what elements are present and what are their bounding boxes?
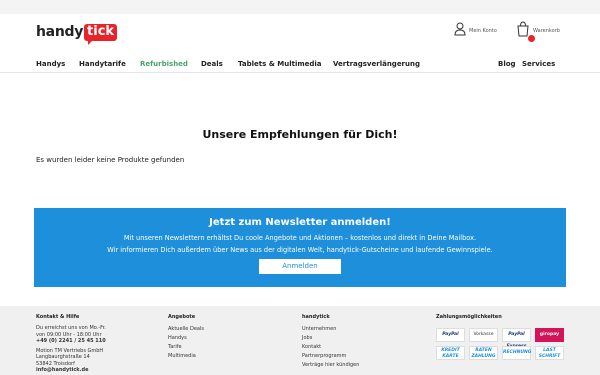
site-header: handy tick Mein Konto Warenkorb: [0, 14, 600, 56]
lastschrift-badge: LAST SCHRIFT: [535, 346, 564, 360]
nav-refurbished[interactable]: Refurbished: [140, 60, 188, 68]
nav-services[interactable]: Services: [522, 60, 555, 68]
newsletter-signup-button[interactable]: Anmelden: [259, 259, 341, 274]
cart-label: Warenkorb: [533, 28, 560, 34]
site-footer: Kontakt & Hilfe Du erreichst uns von Mo.…: [0, 306, 600, 375]
footer-link[interactable]: Aktuelle Deals: [168, 325, 204, 334]
paypal-badge: PayPal: [436, 328, 465, 342]
user-icon: [454, 22, 466, 36]
logo-badge: tick: [84, 23, 118, 45]
paypal-express-badge: PayPal Express: [502, 328, 531, 349]
footer-payment-heading: Zahlungsmöglichkeiten: [436, 314, 502, 320]
footer-link[interactable]: Unternehmen: [302, 325, 359, 334]
newsletter-text-1: Mit unseren Newslettern erhältst Du cool…: [123, 234, 477, 242]
ratenzahlung-badge: RATEN ZAHLUNG: [469, 346, 498, 360]
footer-link[interactable]: Jobs: [302, 334, 359, 343]
giropay-badge: giropay: [535, 328, 564, 342]
shopping-bag-icon: [517, 21, 529, 37]
main-nav: Handys Handytarife Refurbished Deals Tab…: [0, 56, 600, 73]
vorkasse-badge: Vorkasse: [469, 328, 498, 342]
footer-offers-heading: Angebote: [168, 314, 196, 320]
footer-link[interactable]: Kontakt: [302, 343, 359, 352]
footer-payment: Zahlungsmöglichkeiten: [436, 314, 502, 325]
footer-company-heading: handytick: [302, 314, 330, 320]
cart-badge: [528, 35, 535, 42]
newsletter-banner: Jetzt zum Newsletter anmelden! Mit unser…: [34, 208, 566, 287]
footer-link[interactable]: Tarife: [168, 343, 204, 352]
handytick-logo[interactable]: handy tick: [36, 21, 118, 45]
top-strip: [0, 0, 600, 14]
footer-link[interactable]: Handys: [168, 334, 204, 343]
contact-line: Du erreichst uns von Mo.-Fr.: [36, 325, 106, 331]
no-products-message: Es wurden leider keine Produkte gefunden: [36, 156, 185, 164]
contact-email[interactable]: info@handytick.de: [36, 367, 106, 374]
rechnung-badge: RECHNUNG: [502, 346, 532, 360]
account-link[interactable]: Mein Konto: [454, 22, 497, 36]
account-label: Mein Konto: [469, 28, 497, 34]
nav-handytarife[interactable]: Handytarife: [79, 60, 126, 68]
footer-link[interactable]: Multimedia: [168, 352, 204, 361]
footer-offers: Angebote Aktuelle Deals Handys Tarife Mu…: [168, 314, 204, 361]
newsletter-heading: Jetzt zum Newsletter anmelden!: [209, 217, 391, 228]
footer-company: handytick Unternehmen Jobs Kontakt Partn…: [302, 314, 359, 370]
nav-handys[interactable]: Handys: [36, 60, 65, 68]
logo-text: handy: [36, 24, 84, 40]
nav-tablets-multimedia[interactable]: Tablets & Multimedia: [238, 60, 322, 68]
footer-link[interactable]: Partnerprogramm: [302, 352, 359, 361]
footer-link[interactable]: Verträge hier kündigen: [302, 361, 359, 370]
cart-link[interactable]: Warenkorb: [516, 21, 560, 42]
footer-contact: Kontakt & Hilfe Du erreichst uns von Mo.…: [36, 314, 106, 374]
newsletter-text-2: Wir informieren Dich außerdem über News …: [107, 246, 493, 254]
contact-phone[interactable]: +49 (0) 2241 / 25 45 110: [36, 338, 106, 345]
nav-deals[interactable]: Deals: [201, 60, 223, 68]
page-title: Unsere Empfehlungen für Dich!: [202, 128, 398, 141]
nav-blog[interactable]: Blog: [498, 60, 516, 68]
footer-contact-heading: Kontakt & Hilfe: [36, 314, 80, 320]
nav-vertragsverlaengerung[interactable]: Vertragsverlängerung: [333, 60, 420, 68]
kreditkarte-badge: KREDIT KARTE: [436, 346, 465, 360]
